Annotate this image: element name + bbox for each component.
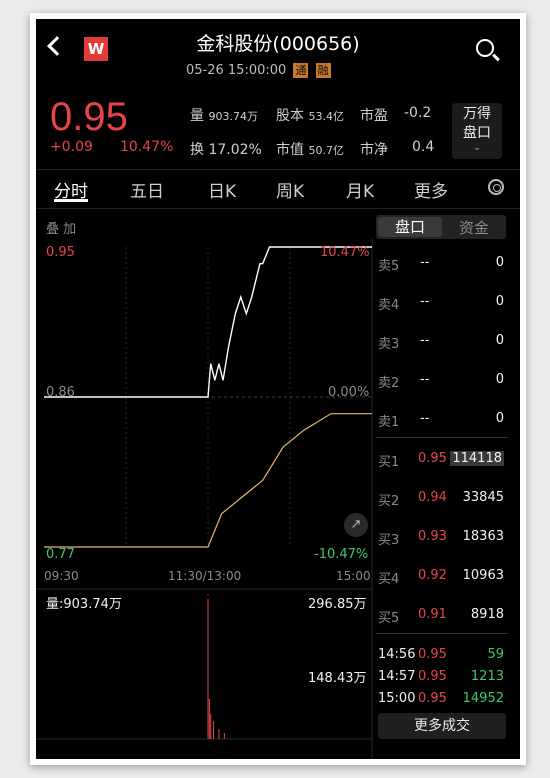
- y-mid-label: 0.86: [46, 385, 75, 400]
- tab-zijin[interactable]: 资金: [442, 217, 506, 238]
- app-screen: W 金科股份(000656) 05-26 15:00:00 通 融 0.95 +…: [36, 19, 520, 759]
- bid-label: 买1: [378, 455, 400, 470]
- bid-price: 0.95: [418, 451, 447, 466]
- y-top-label: 0.95: [46, 245, 75, 260]
- bid-row: 买5 0.91 8918: [376, 607, 508, 627]
- bid-volume: 18363: [462, 529, 504, 544]
- more-trades-button[interactable]: 更多成交: [378, 713, 506, 739]
- ask-volume: 0: [495, 333, 504, 348]
- ask-price: --: [420, 255, 430, 270]
- trade-volume: 1213: [470, 669, 504, 684]
- divider: [376, 633, 508, 634]
- x-end-label: 15:00: [336, 569, 371, 583]
- ask-label: 卖4: [378, 298, 400, 313]
- trade-price: 0.95: [418, 669, 447, 684]
- bid-price: 0.92: [418, 568, 447, 583]
- ask-volume: 0: [495, 294, 504, 309]
- bid-volume: 33845: [462, 490, 504, 505]
- ask-row: 卖5 -- 0: [376, 255, 508, 275]
- trade-volume: 59: [487, 647, 504, 662]
- ask-label: 卖1: [378, 415, 400, 430]
- bid-row: 买1 0.95 114118: [376, 451, 508, 471]
- pct-mid-label: 0.00%: [328, 385, 370, 400]
- ask-volume: 0: [495, 372, 504, 387]
- trade-row: 15:00 0.95 14952: [376, 691, 508, 711]
- ask-row: 卖4 -- 0: [376, 294, 508, 314]
- trade-volume: 14952: [462, 691, 504, 706]
- tab-pankou[interactable]: 盘口: [378, 217, 442, 237]
- bid-row: 买2 0.94 33845: [376, 490, 508, 510]
- x-mid-label: 11:30/13:00: [168, 569, 242, 583]
- bid-label: 买4: [378, 572, 400, 587]
- ask-price: --: [420, 333, 430, 348]
- trade-price: 0.95: [418, 647, 447, 662]
- bid-row: 买4 0.92 10963: [376, 568, 508, 588]
- x-start-label: 09:30: [44, 569, 79, 583]
- ask-price: --: [420, 411, 430, 426]
- volume-label: 量:903.74万: [46, 597, 122, 612]
- ask-row: 卖1 -- 0: [376, 411, 508, 431]
- pct-bottom-label: -10.47%: [314, 547, 369, 562]
- ask-price: --: [420, 372, 430, 387]
- ask-volume: 0: [495, 255, 504, 270]
- trade-row: 14:56 0.95 59: [376, 647, 508, 667]
- divider: [376, 437, 508, 438]
- ask-price: --: [420, 294, 430, 309]
- bid-label: 买2: [378, 494, 400, 509]
- bid-volume: 114118: [450, 451, 504, 466]
- y-bottom-label: 0.77: [46, 547, 75, 562]
- bid-price: 0.94: [418, 490, 447, 505]
- trade-time: 14:57: [378, 669, 416, 684]
- fullscreen-icon[interactable]: ↗: [344, 513, 368, 537]
- ask-label: 卖2: [378, 376, 400, 391]
- ask-label: 卖5: [378, 259, 400, 274]
- bid-volume: 8918: [470, 607, 504, 622]
- trade-time: 14:56: [378, 647, 416, 662]
- bid-label: 买3: [378, 533, 400, 548]
- bid-label: 买5: [378, 611, 400, 626]
- trade-price: 0.95: [418, 691, 447, 706]
- vol-max-label: 296.85万: [308, 597, 367, 612]
- bid-row: 买3 0.93 18363: [376, 529, 508, 549]
- ask-label: 卖3: [378, 337, 400, 352]
- bid-volume: 10963: [462, 568, 504, 583]
- ask-row: 卖3 -- 0: [376, 333, 508, 353]
- pct-top-label: 10.47%: [320, 245, 370, 260]
- bid-price: 0.91: [418, 607, 447, 622]
- vol-mid-label: 148.43万: [308, 671, 367, 686]
- trade-row: 14:57 0.95 1213: [376, 669, 508, 689]
- orderbook-tabs: 盘口 资金: [376, 215, 506, 239]
- bid-price: 0.93: [418, 529, 447, 544]
- ask-row: 卖2 -- 0: [376, 372, 508, 392]
- ask-volume: 0: [495, 411, 504, 426]
- trade-time: 15:00: [378, 691, 416, 706]
